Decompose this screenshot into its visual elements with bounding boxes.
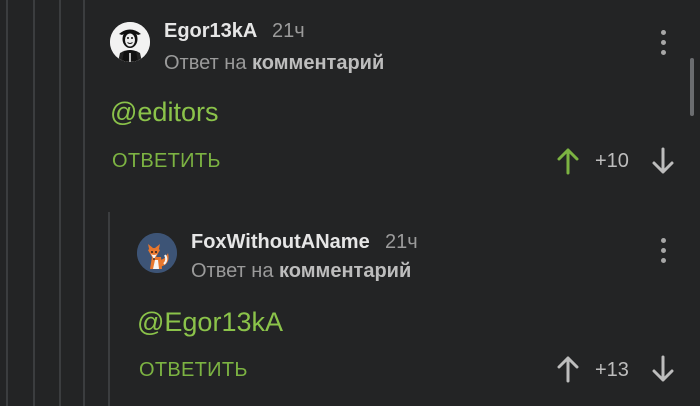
upvote-arrow-icon[interactable] <box>556 147 580 175</box>
comment: Egor13kA 21ч Ответ на комментарий @edito… <box>0 0 700 200</box>
comment: FoxWithoutAName 21ч Ответ на комментарий… <box>0 200 700 406</box>
upvote-arrow-icon[interactable] <box>556 355 580 383</box>
comment-author[interactable]: FoxWithoutAName <box>191 231 370 254</box>
reply-target: комментарий <box>252 52 385 74</box>
reply-prefix: Ответ на <box>191 260 274 282</box>
comment-rating: +10 <box>595 150 629 172</box>
reply-button[interactable]: ОТВЕТИТЬ <box>112 150 221 173</box>
anonymous-mask-icon[interactable] <box>110 22 150 62</box>
comment-author[interactable]: Egor13kA <box>164 20 257 43</box>
downvote-arrow-icon[interactable] <box>651 355 675 383</box>
more-menu-icon[interactable] <box>658 30 668 56</box>
comment-text[interactable]: @Egor13kA <box>137 307 283 338</box>
fox-avatar-icon[interactable] <box>137 233 177 273</box>
reply-prefix: Ответ на <box>164 52 247 74</box>
reply-to-label[interactable]: Ответ на комментарий <box>164 52 384 75</box>
reply-button[interactable]: ОТВЕТИТЬ <box>139 359 248 382</box>
comment-rating: +13 <box>595 359 629 381</box>
comment-time: 21ч <box>272 20 305 42</box>
comment-time: 21ч <box>385 231 418 253</box>
more-menu-icon[interactable] <box>658 238 668 264</box>
comment-text[interactable]: @editors <box>110 97 218 128</box>
reply-to-label[interactable]: Ответ на комментарий <box>191 260 411 283</box>
downvote-arrow-icon[interactable] <box>651 147 675 175</box>
reply-target: комментарий <box>279 260 412 282</box>
